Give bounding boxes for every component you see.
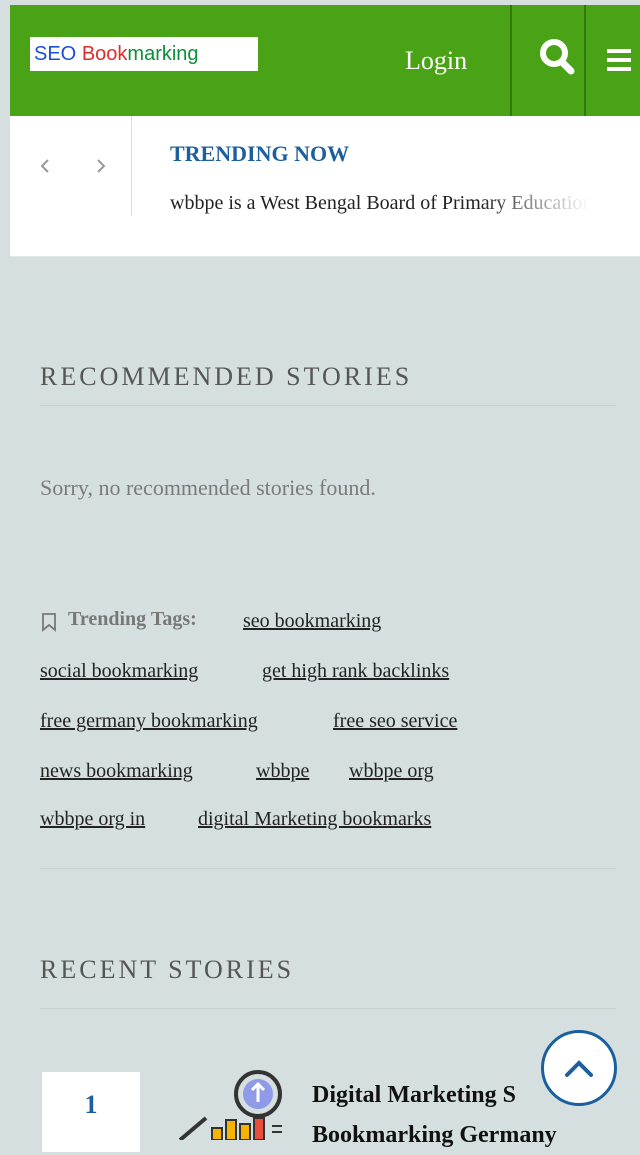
search-icon [540,39,575,75]
site-header: SEO Bookmarking Login [10,5,640,116]
tag-link[interactable]: digital Marketing bookmarks [198,808,431,831]
trending-title: TRENDING NOW [170,141,350,166]
menu-button[interactable] [594,5,640,116]
chevron-right-icon [97,159,106,173]
story-rank: 1 [84,1090,98,1119]
chevron-left-icon [40,159,49,173]
tag-link[interactable]: get high rank backlinks [262,660,449,683]
recent-section-title: RECENT STORIES [40,955,295,984]
search-button[interactable] [520,5,592,116]
bookmark-icon [40,612,58,637]
story-title-line: Digital Marketing S [312,1082,516,1108]
recommended-section-title: RECOMMENDED STORIES [40,362,413,391]
trending-prev-button[interactable] [30,146,60,186]
section-divider [40,868,616,869]
section-divider [40,1008,616,1009]
story-thumbnail[interactable] [160,1068,300,1142]
header-divider [510,5,512,116]
tag-link[interactable]: free germany bookmarking [40,710,258,733]
scroll-to-top-button[interactable] [541,1030,617,1106]
recommended-empty-message: Sorry, no recommended stories found. [40,475,376,500]
trending-divider [131,116,132,216]
header-divider [584,5,586,116]
tag-link[interactable]: seo bookmarking [243,610,381,633]
analytics-magnifier-icon [178,1070,282,1142]
section-divider [40,405,616,406]
tag-link[interactable]: wbbpe [256,760,309,783]
chevron-up-icon [565,1060,593,1077]
trending-next-button[interactable] [86,146,116,186]
trending-bar: TRENDING NOW wbbpe is a West Bengal Boar… [10,116,640,257]
story-rank-card: 1 [42,1072,140,1152]
trending-tags-label: Trending Tags: [68,608,197,630]
site-logo[interactable]: SEO Bookmarking [30,37,258,71]
tag-link[interactable]: wbbpe org [349,760,434,783]
story-title-line: Bookmarking Germany [312,1122,557,1148]
tag-link[interactable]: wbbpe org in [40,808,145,831]
tag-link[interactable]: news bookmarking [40,760,193,783]
tag-link[interactable]: free seo service [333,710,457,733]
trending-fade [480,186,590,222]
tag-link[interactable]: social bookmarking [40,660,198,683]
login-link[interactable]: Login [405,5,467,116]
hamburger-menu-icon [607,49,631,71]
